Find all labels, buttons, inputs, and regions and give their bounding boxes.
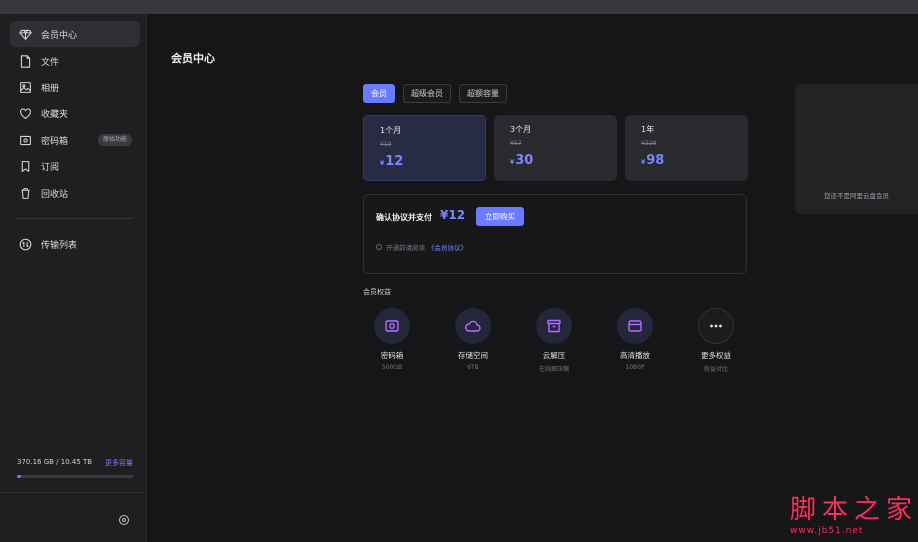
membership-tabs: 会员 超级会员 超额容量: [363, 84, 507, 103]
storage-progress-fill: [17, 475, 22, 478]
sidebar-item-label: 传输列表: [41, 240, 78, 251]
plan-price: ¥12: [380, 154, 404, 169]
tab-super-member[interactable]: 超级会员: [403, 84, 451, 103]
video-icon: [617, 308, 653, 344]
sidebar-item-recycle-bin[interactable]: 回收站: [10, 180, 140, 206]
perk-name: 更多权益: [701, 351, 731, 360]
agreement-checkbox[interactable]: [376, 244, 382, 250]
perk-name: 高清播放: [620, 351, 650, 360]
watermark-title: 脚本之家: [790, 495, 918, 525]
safe-icon: [374, 308, 410, 344]
perk-sub: 权益对比: [703, 366, 728, 373]
sidebar-divider: [16, 218, 133, 219]
image-icon: [18, 80, 32, 94]
perks-title: 会员权益: [363, 288, 391, 296]
plan-name: 1年: [641, 125, 655, 134]
window-titlebar: [0, 0, 918, 14]
perk-more[interactable]: 更多权益 权益对比: [686, 308, 746, 373]
plan-original-price: ¥19: [380, 141, 392, 148]
plan-card-1-month[interactable]: 1个月 ¥19 ¥12: [363, 115, 486, 181]
membership-status-card: 您还不是阿里云盘会员: [795, 84, 918, 214]
payment-label: 确认协议并支付: [376, 213, 432, 222]
sidebar-item-label: 密码箱: [41, 136, 69, 147]
storage-usage: 370.16 GB / 10.45 TB 更多容量: [17, 458, 133, 478]
page-title: 会员中心: [171, 52, 215, 65]
tab-extra-capacity[interactable]: 超额容量: [459, 84, 507, 103]
payment-panel: 确认协议并支付 ¥12 立即购买 开通前请阅读 《会员协议》: [363, 194, 747, 274]
settings-icon[interactable]: [118, 511, 130, 526]
plan-card-3-months[interactable]: 3个月 ¥57 ¥30: [494, 115, 617, 181]
sidebar-item-label: 相册: [41, 83, 60, 94]
agreement-text: 开通前请阅读: [386, 244, 425, 252]
sidebar-item-label: 回收站: [41, 189, 69, 200]
sidebar-item-safe[interactable]: 密码箱 原始功能: [10, 127, 140, 153]
perk-hd-playback[interactable]: 高清播放 1080P: [605, 308, 665, 371]
bookmark-icon: [18, 159, 32, 173]
plan-original-price: ¥228: [641, 140, 657, 147]
membership-status-text: 您还不是阿里云盘会员: [824, 192, 889, 200]
plan-list: 1个月 ¥19 ¥12 3个月 ¥57 ¥30 1年 ¥228 ¥98: [363, 115, 748, 181]
agreement-link[interactable]: 《会员协议》: [428, 242, 467, 252]
more-icon: [698, 308, 734, 344]
sidebar-item-label: 订阅: [41, 162, 60, 173]
plan-card-1-year[interactable]: 1年 ¥228 ¥98: [625, 115, 748, 181]
agreement-row: 开通前请阅读 《会员协议》: [376, 242, 467, 252]
perk-sub: 1080P: [625, 364, 645, 371]
more-storage-link[interactable]: 更多容量: [105, 458, 133, 468]
cloud-icon: [455, 308, 491, 344]
perk-name: 密码箱: [380, 351, 404, 360]
feature-badge: 原始功能: [97, 134, 132, 146]
sidebar-item-label: 收藏夹: [41, 109, 69, 120]
perk-sub: 500GB: [381, 364, 403, 371]
buy-now-button[interactable]: 立即购买: [476, 207, 524, 226]
sidebar-item-favorites[interactable]: 收藏夹: [10, 100, 140, 126]
sidebar-item-label: 文件: [41, 57, 60, 68]
sidebar-item-transfer-list[interactable]: 传输列表: [10, 231, 140, 257]
perk-name: 存储空间: [458, 351, 488, 360]
safe-icon: [18, 133, 32, 147]
sidebar-item-label: 会员中心: [41, 30, 78, 41]
sidebar-bottom-divider: [0, 492, 147, 493]
payment-amount: ¥12: [440, 208, 466, 222]
site-watermark: 脚本之家 www.jb51.net: [790, 496, 918, 536]
perk-storage[interactable]: 存储空间 6TB: [443, 308, 503, 371]
sidebar-item-files[interactable]: 文件: [10, 48, 140, 74]
transfer-icon: [18, 237, 32, 251]
plan-original-price: ¥57: [510, 140, 522, 147]
plan-name: 1个月: [380, 126, 402, 135]
sidebar-item-subscription[interactable]: 订阅: [10, 153, 140, 179]
plan-name: 3个月: [510, 125, 532, 134]
plan-price: ¥30: [510, 153, 534, 168]
storage-progress-bar: [17, 475, 133, 478]
watermark-url: www.jb51.net: [790, 526, 864, 536]
plan-price: ¥98: [641, 153, 665, 168]
perk-cloud-unzip[interactable]: 云解压 在线解压缩: [524, 308, 584, 373]
sidebar-item-album[interactable]: 相册: [10, 74, 140, 100]
storage-used-text: 370.16 GB / 10.45 TB: [17, 458, 93, 466]
perk-name: 云解压: [542, 351, 566, 360]
tab-member[interactable]: 会员: [363, 84, 395, 103]
heart-icon: [18, 106, 32, 120]
diamond-icon: [18, 27, 32, 41]
file-icon: [18, 54, 32, 68]
perk-sub: 6TB: [467, 364, 479, 371]
sidebar: 会员中心 文件 相册 收藏夹 密码箱 原始功能 订阅 回收站 传输列表 370.…: [0, 14, 147, 542]
perk-sub: 在线解压缩: [538, 366, 569, 373]
archive-icon: [536, 308, 572, 344]
sidebar-item-membership[interactable]: 会员中心: [10, 21, 140, 47]
trash-icon: [18, 186, 32, 200]
perk-safe[interactable]: 密码箱 500GB: [362, 308, 422, 371]
